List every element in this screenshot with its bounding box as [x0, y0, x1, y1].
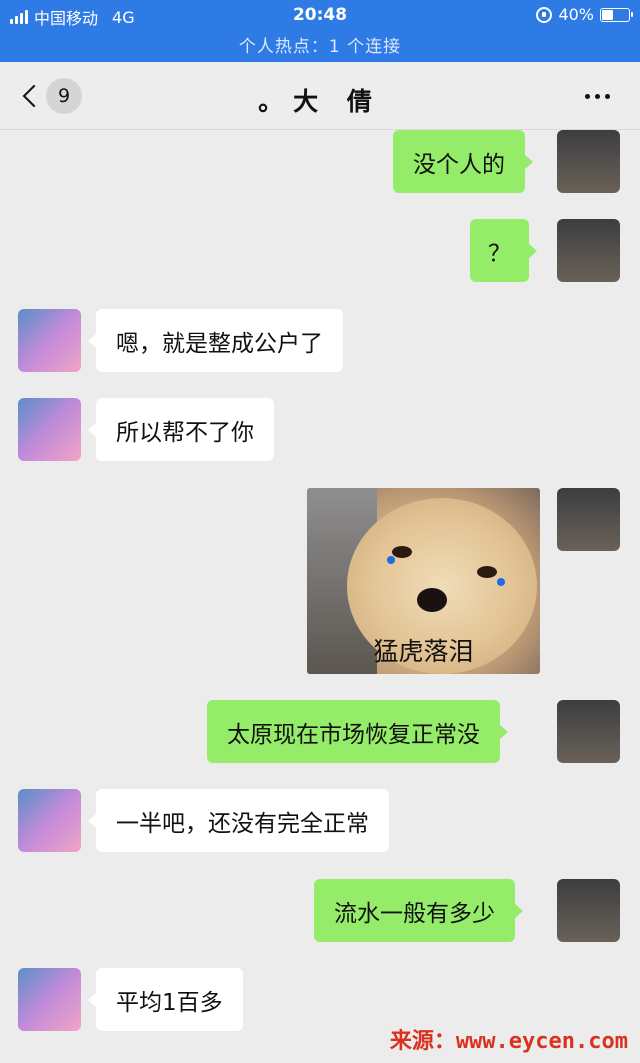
hotspot-banner[interactable]: 个人热点：1 个连接 — [0, 32, 640, 57]
tear-icon — [387, 556, 395, 564]
my-avatar[interactable] — [557, 879, 620, 942]
sent-message-bubble[interactable]: 太原现在市场恢复正常没 — [207, 700, 508, 763]
sticker-caption: 猛虎落泪 — [373, 637, 474, 666]
my-avatar[interactable] — [557, 219, 620, 282]
my-avatar[interactable] — [557, 700, 620, 763]
my-avatar[interactable] — [557, 130, 620, 193]
my-avatar[interactable] — [557, 488, 620, 551]
battery-icon — [600, 7, 633, 22]
more-options-button[interactable] — [585, 94, 610, 99]
sent-message-bubble[interactable]: ？ — [470, 219, 537, 282]
contact-avatar[interactable] — [18, 789, 81, 852]
status-bar: 中国移动 4G 20:48 40% 个人热点：1 个连接 — [0, 0, 640, 62]
chat-title: 。大 倩 — [258, 87, 382, 116]
battery-percent: 40% — [558, 5, 594, 24]
more-dots-icon — [585, 94, 590, 99]
contact-avatar[interactable] — [18, 309, 81, 372]
sent-message-bubble[interactable]: 没个人的 — [393, 130, 533, 193]
chat-header: 9 。大 倩 — [0, 62, 640, 130]
received-message-bubble[interactable]: 一半吧，还没有完全正常 — [88, 789, 389, 852]
contact-avatar[interactable] — [18, 398, 81, 461]
received-message-bubble[interactable]: 嗯，就是整成公户了 — [88, 309, 343, 372]
received-message-bubble[interactable]: 所以帮不了你 — [88, 398, 274, 461]
tear-icon — [497, 578, 505, 586]
sticker-image[interactable]: 猛虎落泪 — [307, 488, 540, 674]
received-message-bubble[interactable]: 平均1百多 — [88, 968, 243, 1031]
contact-avatar[interactable] — [18, 968, 81, 1031]
sent-message-bubble[interactable]: 流水一般有多少 — [314, 879, 523, 942]
source-watermark: 来源：www.eycen.com — [389, 1029, 628, 1054]
rotation-lock-icon — [536, 6, 553, 23]
